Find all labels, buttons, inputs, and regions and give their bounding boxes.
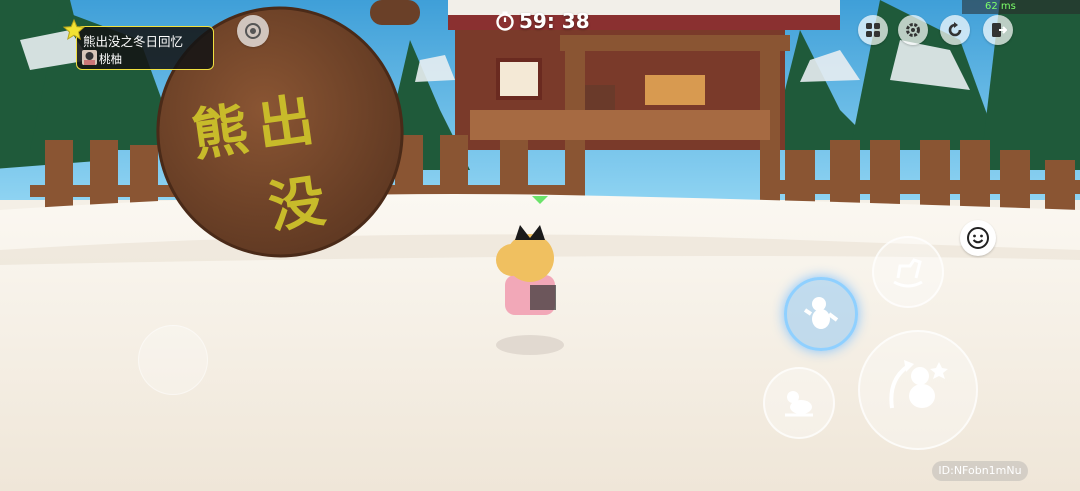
ride-action-button[interactable] [872,236,944,308]
exit-button[interactable] [983,15,1013,45]
sign-text: 熊出 没 [179,57,401,253]
camera-icon [245,23,261,39]
ping-value: 62 ms [985,1,1016,12]
stopwatch-icon [496,11,514,31]
movement-joystick[interactable] [138,325,208,395]
grid-menu-icon [866,23,880,37]
jump-button[interactable] [858,330,978,450]
active-skill-button[interactable] [784,277,858,351]
countdown-timer: 59: 38 [495,9,590,33]
map-info-card[interactable]: 熊出没之冬日回忆 桃柚 [76,26,214,70]
player-id: ID:NFobn1mNu [938,464,1022,477]
smiley-face-icon [967,227,989,249]
author-name: 桃柚 [99,52,122,66]
camera-button[interactable] [237,15,269,47]
rocking-horse-icon [893,258,923,288]
emote-button[interactable] [960,220,996,256]
character-pose-icon [803,297,839,329]
gear-icon [906,23,920,37]
menu-button[interactable] [858,15,888,45]
refresh-icon [948,22,962,37]
reset-button[interactable] [940,15,970,45]
ping-indicator: 62 ms [962,0,1080,14]
crouch-button[interactable] [763,367,835,439]
settings-button[interactable] [898,15,928,45]
slide-pose-icon [785,391,813,417]
map-title: 熊出没之冬日回忆 [83,34,184,49]
author-avatar [82,50,97,65]
timer-value: 59: 38 [519,9,590,33]
player-id-tag: ID:NFobn1mNu [932,461,1028,481]
sign-text-line2: 没 [264,168,330,242]
star-icon [62,18,86,41]
exit-icon [992,23,1007,37]
jump-pose-icon [889,360,948,409]
